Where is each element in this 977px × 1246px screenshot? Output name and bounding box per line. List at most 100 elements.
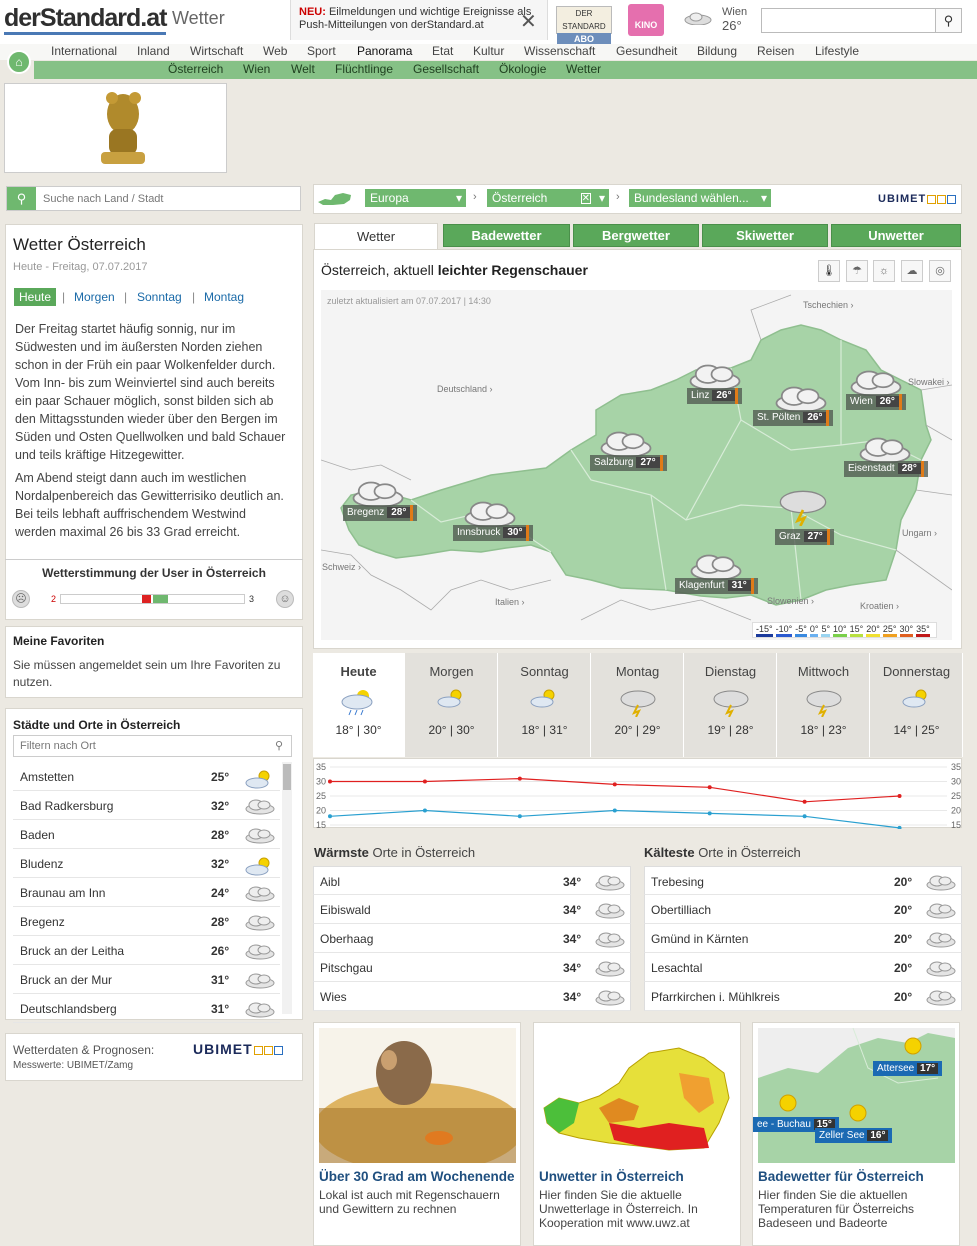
happy-face-icon[interactable]: ☺ (276, 590, 294, 608)
teaser-bathing[interactable]: Attersee 17° ee - Buchau 15° Zeller See … (752, 1022, 960, 1246)
list-item[interactable]: Bregenz 28° (13, 907, 280, 936)
close-icon[interactable]: ✕ (520, 9, 537, 34)
country-select[interactable]: Österreich ✕ ▾ (487, 189, 609, 207)
map-city-label[interactable]: Linz 26° (687, 388, 743, 404)
teaser-title[interactable]: Über 30 Grad am Wochenende (319, 1169, 515, 1184)
search-icon[interactable]: ⚲ (935, 8, 962, 33)
tab-morgen[interactable]: Morgen (74, 290, 115, 304)
scrollbar[interactable] (282, 762, 292, 1014)
list-item[interactable]: Pitschgau 34° (313, 953, 631, 982)
map-city-label[interactable]: Klagenfurt 31° (675, 578, 758, 594)
kino-button[interactable]: KINO (628, 4, 664, 36)
tab-wetter[interactable]: Wetter (314, 223, 438, 250)
tab-bergwetter[interactable]: Bergwetter (573, 224, 699, 247)
list-item[interactable]: Wies 34° (313, 982, 631, 1011)
thermometer-icon[interactable]: 🌡 (818, 260, 840, 282)
nav-item-reisen[interactable]: Reisen (757, 44, 794, 58)
tab-unwetter[interactable]: Unwetter (831, 224, 961, 247)
map-city-label[interactable]: Innsbruck 30° (453, 525, 534, 541)
list-item[interactable]: Amstetten 25° (13, 762, 280, 791)
forecast-day-mittwoch[interactable]: Mittwoch 18° | 23° (778, 653, 870, 757)
list-item[interactable]: Obertilliach 20° (644, 895, 962, 924)
forecast-day-sonntag[interactable]: Sonntag 18° | 31° (499, 653, 591, 757)
list-item[interactable]: Bruck an der Leitha 26° (13, 936, 280, 965)
nav-item-etat[interactable]: Etat (432, 44, 453, 58)
tab-montag[interactable]: Montag (204, 290, 244, 304)
nav-item-bildung[interactable]: Bildung (697, 44, 737, 58)
map-city-label[interactable]: Graz 27° (775, 529, 834, 545)
subnav-item-2[interactable]: Welt (291, 62, 315, 76)
list-item[interactable]: Braunau am Inn 24° (13, 878, 280, 907)
subnav-item-0[interactable]: Österreich (168, 62, 223, 76)
map-city-label[interactable]: Salzburg 27° (590, 455, 667, 471)
tab-badewetter[interactable]: Badewetter (443, 224, 570, 247)
nav-item-web[interactable]: Web (263, 44, 287, 58)
header-weather-temp[interactable]: 26° (722, 18, 742, 33)
list-item[interactable]: Bludenz 32° (13, 849, 280, 878)
site-logo[interactable]: derStandard.at (4, 4, 167, 35)
teaser-title[interactable]: Badewetter für Österreich (758, 1169, 924, 1184)
list-item[interactable]: Deutschlandsberg 31° (13, 994, 280, 1023)
clear-icon[interactable]: ✕ (580, 193, 591, 204)
neighbor-country-link[interactable]: Ungarn › (902, 528, 937, 538)
forecast-day-dienstag[interactable]: Dienstag 19° | 28° (685, 653, 777, 757)
map-city-label[interactable]: St. Pölten 26° (753, 410, 834, 426)
nav-item-gesundheit[interactable]: Gesundheit (616, 44, 677, 58)
subnav-item-5[interactable]: Ökologie (499, 62, 546, 76)
subnav-item-1[interactable]: Wien (243, 62, 270, 76)
abo-button[interactable]: DER STANDARD ABO (556, 6, 612, 46)
list-item[interactable]: Bruck an der Mur 31° (13, 965, 280, 994)
subnav-item-4[interactable]: Gesellschaft (413, 62, 479, 76)
state-select[interactable]: Bundesland wählen... ▾ (629, 189, 771, 207)
subnav-item-3[interactable]: Flüchtlinge (335, 62, 393, 76)
list-item[interactable]: Baden 28° (13, 820, 280, 849)
neighbor-country-link[interactable]: Slowenien › (767, 596, 814, 606)
tab-sonntag[interactable]: Sonntag (137, 290, 182, 304)
teaser-hot-weekend[interactable]: Über 30 Grad am Wochenende Lokal ist auc… (313, 1022, 521, 1246)
nav-item-wissenschaft[interactable]: Wissenschaft (524, 44, 595, 58)
neighbor-country-link[interactable]: Deutschland › (437, 384, 493, 394)
nav-item-wirtschaft[interactable]: Wirtschaft (190, 44, 243, 58)
list-item[interactable]: Aibl 34° (313, 866, 631, 895)
list-item[interactable]: Oberhaag 34° (313, 924, 631, 953)
wind-icon[interactable]: ◎ (929, 260, 951, 282)
forecast-day-montag[interactable]: Montag 20° | 29° (592, 653, 684, 757)
city-filter-input[interactable]: Filtern nach Ort ⚲ (13, 735, 292, 757)
nav-item-inland[interactable]: Inland (137, 44, 170, 58)
nav-item-lifestyle[interactable]: Lifestyle (815, 44, 859, 58)
precipitation-icon[interactable]: ☂ (846, 260, 868, 282)
header-search-input[interactable] (761, 8, 962, 33)
forecast-day-morgen[interactable]: Morgen 20° | 30° (406, 653, 498, 757)
continent-select[interactable]: Europa ▾ (365, 189, 466, 207)
cloud-icon[interactable]: ☁ (901, 260, 923, 282)
map-city-label[interactable]: Wien 26° (846, 394, 906, 410)
teaser-storm[interactable]: Unwetter in Österreich Hier finden Sie d… (533, 1022, 741, 1246)
subnav-item-6[interactable]: Wetter (566, 62, 601, 76)
header-weather-city[interactable]: Wien (722, 6, 747, 18)
list-item[interactable]: Lesachtal 20° (644, 953, 962, 982)
ad-banner[interactable] (4, 83, 227, 173)
nav-item-panorama[interactable]: Panorama (357, 44, 412, 58)
push-banner[interactable]: NEU: Eilmeldungen und wichtige Ereigniss… (290, 0, 548, 40)
neighbor-country-link[interactable]: Italien › (495, 597, 525, 607)
map-city-label[interactable]: Bregenz 28° (343, 505, 418, 521)
home-icon[interactable]: ⌂ (7, 50, 31, 74)
scrollbar-thumb[interactable] (283, 764, 291, 790)
neighbor-country-link[interactable]: Schweiz › (322, 562, 361, 572)
tab-skiwetter[interactable]: Skiwetter (702, 224, 828, 247)
sad-face-icon[interactable]: ☹ (12, 590, 30, 608)
forecast-day-donnerstag[interactable]: Donnerstag 14° | 25° (871, 653, 963, 757)
nav-item-international[interactable]: International (51, 44, 117, 58)
search-icon[interactable]: ⚲ (275, 739, 283, 752)
neighbor-country-link[interactable]: Kroatien › (860, 601, 899, 611)
ubimet-logo[interactable]: UBIMET (878, 193, 957, 205)
austria-map-icon[interactable] (317, 190, 353, 208)
search-icon[interactable]: ⚲ (7, 187, 36, 210)
map-city-label[interactable]: Eisenstadt 28° (844, 461, 928, 477)
tab-heute[interactable]: Heute (14, 288, 57, 306)
sun-cloud-icon[interactable]: ☼ (873, 260, 895, 282)
neighbor-country-link[interactable]: Tschechien › (803, 300, 854, 310)
teaser-title[interactable]: Unwetter in Österreich (539, 1169, 684, 1184)
forecast-day-heute[interactable]: Heute 18° | 30° (313, 653, 405, 757)
nav-item-kultur[interactable]: Kultur (473, 44, 504, 58)
